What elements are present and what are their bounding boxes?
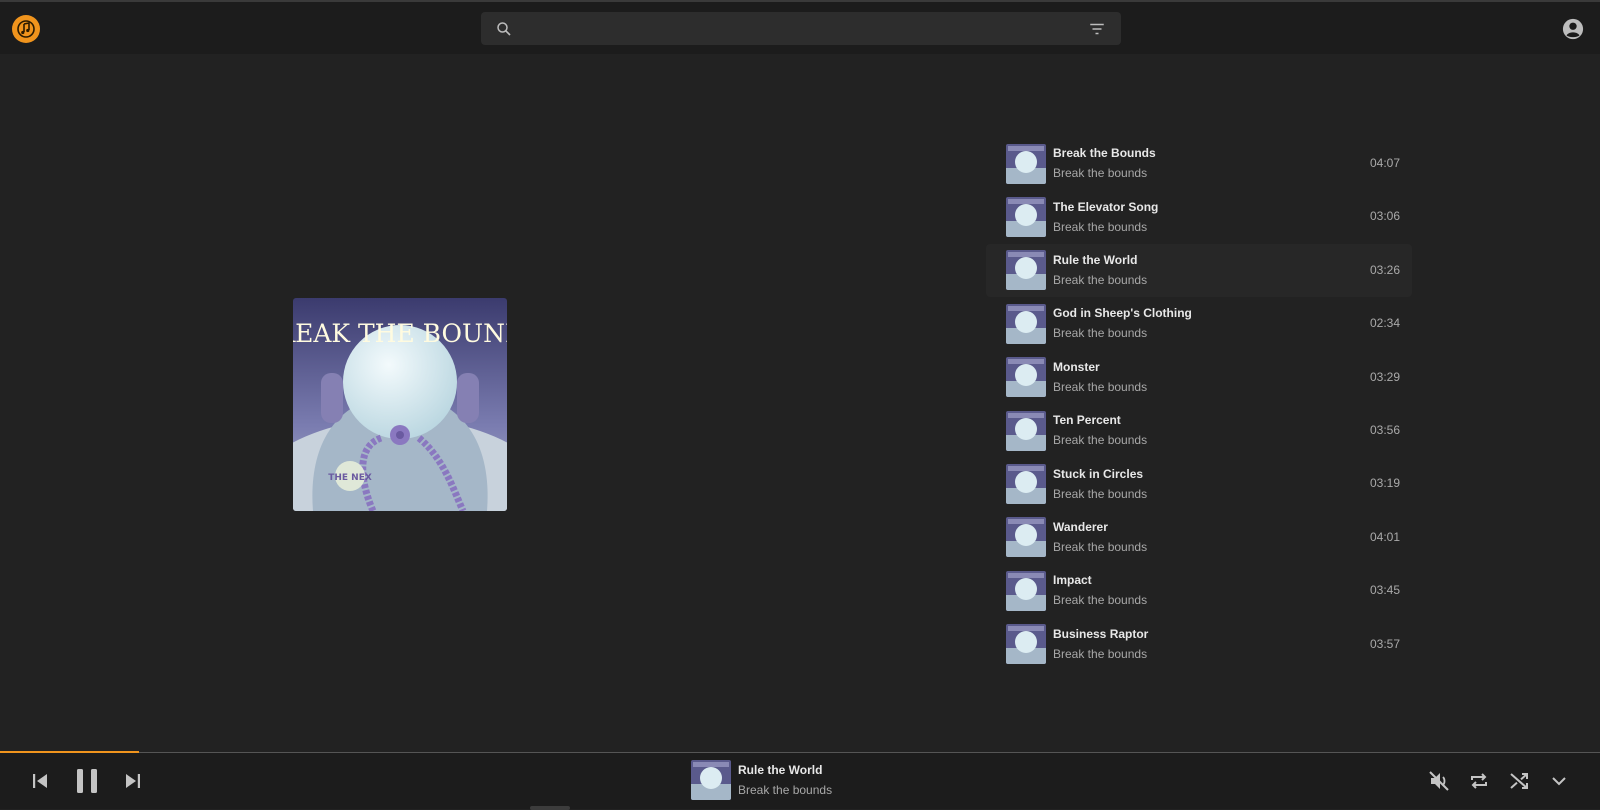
track-title: Impact <box>1053 573 1092 588</box>
skip-next-icon[interactable] <box>121 769 145 793</box>
now-playing-album[interactable]: Break the bounds <box>738 783 832 797</box>
track-meta: Monster Break the bounds <box>1053 360 1412 395</box>
track-thumbnail <box>1006 357 1046 398</box>
search-bar <box>481 12 1121 45</box>
track-title: Ten Percent <box>1053 413 1121 428</box>
track-meta: The Elevator Song Break the bounds <box>1053 200 1412 235</box>
track-row[interactable]: Break the Bounds Break the bounds 04:07 <box>986 137 1412 190</box>
track-meta: Break the Bounds Break the bounds <box>1053 146 1412 181</box>
track-thumbnail <box>1006 570 1046 611</box>
track-thumbnail <box>1006 410 1046 451</box>
track-album: Break the bounds <box>1053 593 1148 608</box>
track-album: Break the bounds <box>1053 433 1148 448</box>
track-thumbnail <box>1006 464 1046 505</box>
track-album: Break the bounds <box>1053 272 1148 287</box>
account-icon[interactable] <box>1562 18 1584 40</box>
pause-icon[interactable] <box>74 767 100 795</box>
track-title: Break the Bounds <box>1053 146 1156 161</box>
track-title: Business Raptor <box>1053 626 1149 641</box>
track-title: Stuck in Circles <box>1053 466 1144 481</box>
search-icon <box>497 22 511 36</box>
track-row[interactable]: Stuck in Circles Break the bounds 03:19 <box>986 457 1412 510</box>
progress-bar-fill[interactable] <box>0 751 140 753</box>
shuffle-icon[interactable] <box>1507 769 1531 793</box>
track-duration: 03:26 <box>1369 262 1400 277</box>
track-title: Monster <box>1053 359 1100 374</box>
track-thumbnail <box>1006 624 1046 665</box>
track-album: Break the bounds <box>1053 326 1148 341</box>
track-album: Break the bounds <box>1053 166 1148 181</box>
track-row[interactable]: Impact Break the bounds 03:45 <box>986 564 1412 617</box>
track-album: Break the bounds <box>1053 379 1148 394</box>
track-meta: Business Raptor Break the bounds <box>1053 627 1412 662</box>
filter-icon[interactable] <box>1088 20 1106 38</box>
track-row[interactable]: Rule the World Break the bounds 03:26 <box>986 243 1412 298</box>
track-thumbnail <box>1006 517 1046 558</box>
track-album: Break the bounds <box>1053 219 1148 234</box>
track-title: Rule the World <box>1053 252 1138 267</box>
track-meta: Stuck in Circles Break the bounds <box>1053 467 1412 502</box>
track-duration: 03:29 <box>1369 369 1400 384</box>
track-thumbnail <box>1006 303 1046 344</box>
track-row[interactable]: Monster Break the bounds 03:29 <box>986 351 1412 404</box>
track-meta: Ten Percent Break the bounds <box>1053 413 1412 448</box>
track-duration: 02:34 <box>1369 316 1400 331</box>
track-duration: 04:07 <box>1369 156 1400 170</box>
track-row[interactable]: God in Sheep's Clothing Break the bounds 0… <box>986 297 1412 350</box>
track-list: Break the Bounds Break the bounds 04:07 The… <box>986 137 1412 671</box>
track-duration: 03:06 <box>1369 209 1400 224</box>
track-row[interactable]: The Elevator Song Break the bounds 03:06 <box>986 190 1412 243</box>
track-thumbnail <box>1006 197 1046 238</box>
volume-muted-icon[interactable] <box>1427 769 1451 793</box>
track-row[interactable]: Wanderer Break the bounds 04:01 <box>986 511 1412 564</box>
track-thumbnail <box>1006 143 1046 184</box>
track-meta: Wanderer Break the bounds <box>1053 520 1412 555</box>
skip-previous-icon[interactable] <box>28 769 52 793</box>
track-title: Wanderer <box>1053 519 1108 534</box>
player-bar: Rule the World Break the bounds <box>0 751 1600 810</box>
now-playing-thumbnail[interactable] <box>691 760 731 800</box>
track-duration: 03:45 <box>1369 583 1400 598</box>
track-row[interactable]: Ten Percent Break the bounds 03:56 <box>986 404 1412 457</box>
track-meta: God in Sheep's Clothing Break the bounds <box>1053 306 1412 341</box>
track-album: Break the bounds <box>1053 646 1148 661</box>
track-meta: Rule the World Break the bounds <box>1053 253 1412 288</box>
scrollbar-handle[interactable] <box>530 806 570 810</box>
cover-badge-text: THE NEX <box>328 473 372 483</box>
track-duration: 03:57 <box>1369 636 1400 651</box>
now-playing-title[interactable]: Rule the World <box>738 763 822 777</box>
music-note-logo-icon[interactable] <box>12 15 40 43</box>
track-row[interactable]: Business Raptor Break the bounds 03:57 <box>986 618 1412 671</box>
top-bar <box>0 2 1600 54</box>
track-album: Break the bounds <box>1053 486 1148 501</box>
cover-title-text: BREAK THE BOUNDS <box>293 319 507 348</box>
search-input[interactable] <box>525 16 1065 41</box>
track-meta: Impact Break the bounds <box>1053 573 1412 608</box>
track-duration: 03:56 <box>1369 422 1400 437</box>
track-album: Break the bounds <box>1053 539 1148 554</box>
track-duration: 03:19 <box>1369 476 1400 491</box>
repeat-icon[interactable] <box>1467 769 1491 793</box>
album-cover-art: THE NEX BREAK THE BOUNDS <box>293 298 507 511</box>
chevron-down-icon[interactable] <box>1547 769 1571 793</box>
track-title: The Elevator Song <box>1053 199 1159 214</box>
track-thumbnail <box>1006 250 1046 291</box>
track-duration: 04:01 <box>1369 529 1400 544</box>
track-title: God in Sheep's Clothing <box>1053 306 1192 321</box>
